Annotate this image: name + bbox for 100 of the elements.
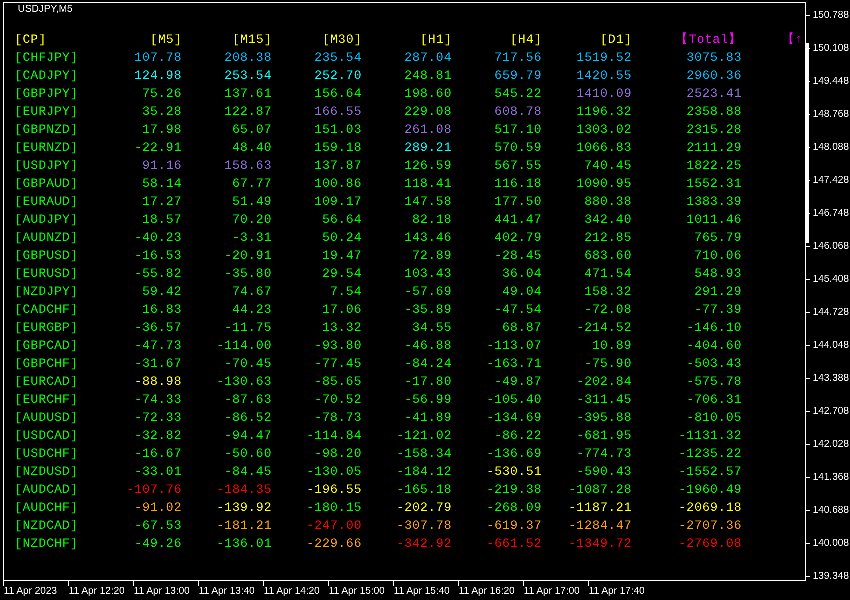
value-cell-text: -180.15 (306, 500, 362, 517)
pair-label: [EURGBP] (15, 320, 80, 337)
value-cell-text: -55.82 (134, 266, 182, 283)
value-cell-text: 19.47 (321, 248, 362, 265)
price-label: 148.768 (813, 109, 850, 120)
pair-label: [GBPCAD] (15, 338, 80, 355)
value-cell-text: 2111.29 (686, 140, 742, 157)
time-label: 11 Apr 16:20 (459, 586, 515, 598)
value-cell-text: 35.28 (141, 104, 182, 121)
column-header: [M15] (231, 32, 272, 49)
column-header: [H1] (419, 32, 452, 49)
column-header: [CP] (15, 32, 48, 49)
value-cell-text: -35.80 (224, 266, 272, 283)
value-cell-text: 82.18 (411, 212, 452, 229)
value-cell-text: 126.59 (404, 158, 452, 175)
value-cell-text: 1090.95 (576, 176, 632, 193)
value-cell-text: -57.69 (404, 284, 452, 301)
value-cell-text: 208.38 (224, 50, 272, 67)
chart-title: USDJPY,M5 (18, 4, 74, 16)
value-cell-text: -11.75 (224, 320, 272, 337)
value-cell-text: -575.78 (686, 374, 742, 391)
value-cell-text: 608.78 (494, 104, 542, 121)
value-cell-text: -158.34 (396, 446, 452, 463)
time-label: 11 Apr 17:40 (589, 586, 645, 598)
value-cell-text: 72.89 (411, 248, 452, 265)
column-header: [M30] (321, 32, 362, 49)
value-cell-text: 880.38 (584, 194, 632, 211)
value-cell-text: 147.58 (404, 194, 452, 211)
value-cell-text: 91.16 (141, 158, 182, 175)
value-cell-text: -40.23 (134, 230, 182, 247)
value-cell-text: 402.79 (494, 230, 542, 247)
value-cell-text: 17.27 (141, 194, 182, 211)
value-cell-text: -86.22 (494, 428, 542, 445)
value-cell-text: -202.79 (396, 500, 452, 517)
value-cell-text: -47.54 (494, 302, 542, 319)
value-cell-text: -113.07 (486, 338, 542, 355)
value-cell-text: 2960.36 (686, 68, 742, 85)
value-cell-text: 1011.46 (686, 212, 742, 229)
price-label: 140.008 (813, 538, 850, 549)
pair-label: [EURAUD] (15, 194, 80, 211)
value-cell-text: 75.26 (141, 86, 182, 103)
value-cell-text: 34.55 (411, 320, 452, 337)
value-cell-text: 70.20 (231, 212, 272, 229)
value-cell-text: 68.87 (501, 320, 542, 337)
value-cell-text: -1187.21 (568, 500, 632, 517)
value-cell-text: -84.45 (224, 464, 272, 481)
value-cell-text: 13.32 (321, 320, 362, 337)
value-cell-text: 100.86 (314, 176, 362, 193)
time-label: 11 Apr 15:40 (394, 586, 450, 598)
value-cell-text: -78.73 (314, 410, 362, 427)
column-header: 【Total】 (674, 32, 742, 49)
value-cell-text: 471.54 (584, 266, 632, 283)
pair-label: [USDCAD] (15, 428, 80, 445)
time-label: 11 Apr 14:20 (264, 586, 320, 598)
pair-label: [EURNZD] (15, 140, 80, 157)
value-cell-text: 342.40 (584, 212, 632, 229)
value-cell-text: 212.85 (584, 230, 632, 247)
value-cell-text: -88.98 (134, 374, 182, 391)
value-cell-text: -32.82 (134, 428, 182, 445)
value-cell-text: -20.91 (224, 248, 272, 265)
pair-label: [GBPAUD] (15, 176, 80, 193)
pair-label: [GBPNZD] (15, 122, 80, 139)
value-cell-text: 740.45 (584, 158, 632, 175)
time-label: 11 Apr 13:40 (199, 586, 255, 598)
value-cell-text: -219.38 (486, 482, 542, 499)
pair-label: [EURCAD] (15, 374, 80, 391)
value-cell-text: -214.52 (576, 320, 632, 337)
value-cell-text: 137.87 (314, 158, 362, 175)
pair-label: [GBPJPY] (15, 86, 80, 103)
pair-label: [CADJPY] (15, 68, 80, 85)
value-cell-text: -91.02 (134, 500, 182, 517)
value-cell-text: -93.80 (314, 338, 362, 355)
price-label: 141.368 (813, 472, 850, 483)
value-cell-text: 158.63 (224, 158, 272, 175)
value-cell-text: -16.53 (134, 248, 182, 265)
price-label: 144.728 (813, 307, 850, 318)
value-cell-text: 156.64 (314, 86, 362, 103)
price-label: 148.088 (813, 142, 850, 153)
value-cell-text: 122.87 (224, 104, 272, 121)
value-cell-text: 166.55 (314, 104, 362, 121)
value-cell-text: 151.03 (314, 122, 362, 139)
value-cell-text: 1383.39 (686, 194, 742, 211)
value-cell-text: -2769.08 (678, 536, 742, 553)
price-label: 142.028 (813, 439, 850, 450)
value-cell-text: -503.43 (686, 356, 742, 373)
value-cell-text: 2358.88 (686, 104, 742, 121)
price-label: 146.748 (813, 208, 850, 219)
value-cell-text: 56.64 (321, 212, 362, 229)
pair-label: [EURCHF] (15, 392, 80, 409)
value-cell-text: 717.56 (494, 50, 542, 67)
value-cell-text: 109.17 (314, 194, 362, 211)
value-cell-text: 1519.52 (576, 50, 632, 67)
value-cell-text: -810.05 (686, 410, 742, 427)
value-cell-text: -307.78 (396, 518, 452, 535)
value-cell-text: -184.12 (396, 464, 452, 481)
value-cell-text: 116.18 (494, 176, 542, 193)
value-cell-text: 177.50 (494, 194, 542, 211)
value-cell-text: -136.69 (486, 446, 542, 463)
value-cell-text: -706.31 (686, 392, 742, 409)
price-label: 146.068 (813, 241, 850, 252)
